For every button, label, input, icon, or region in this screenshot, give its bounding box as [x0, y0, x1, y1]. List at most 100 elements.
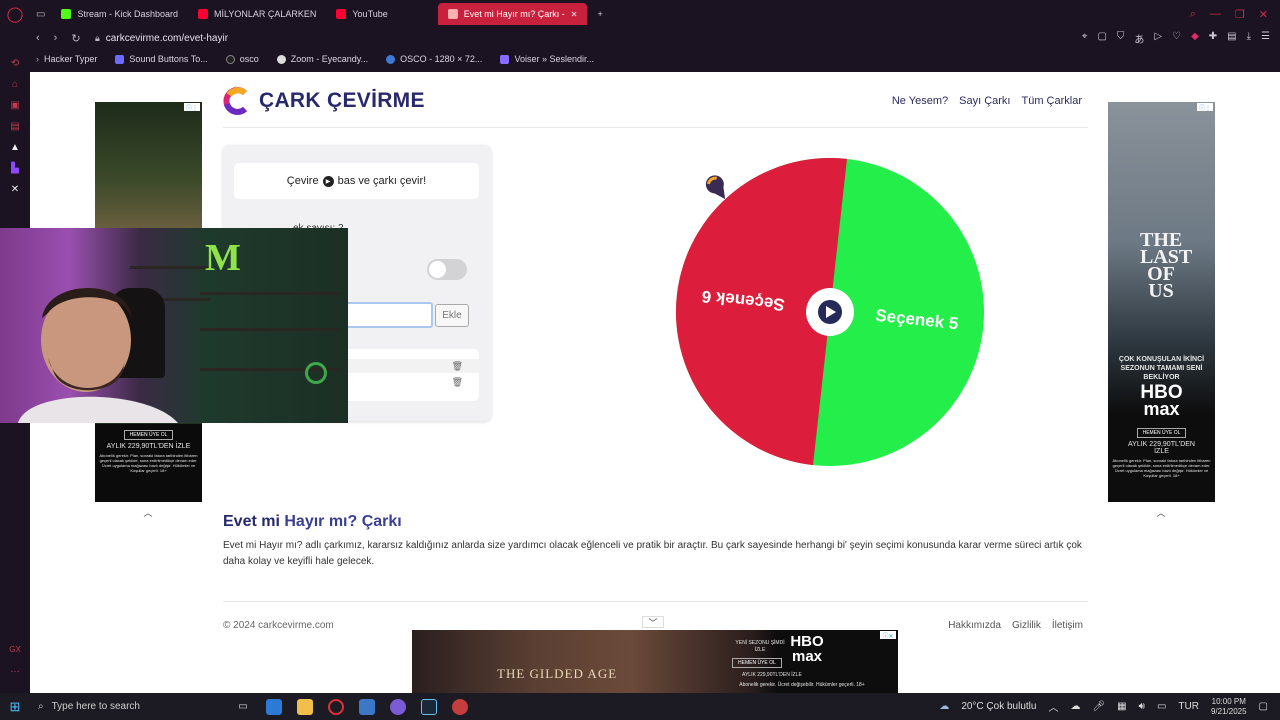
- opera-app-icon[interactable]: [328, 698, 344, 715]
- ad-right[interactable]: ⓘ⋮ THE LAST OF US ÇOK KONUŞULAN İKİNCİ S…: [1108, 102, 1215, 502]
- messenger-icon[interactable]: ▣: [10, 100, 19, 111]
- add-option-button[interactable]: Ekle: [435, 304, 469, 327]
- download-icon[interactable]: ⤓: [1247, 31, 1251, 46]
- sidebar-icon[interactable]: ☰: [1261, 31, 1270, 46]
- url-field[interactable]: carkcevirme.com/evet-hayir: [106, 33, 228, 44]
- footer-link-privacy[interactable]: Gizlilik: [1012, 620, 1041, 631]
- ad-right-collapse-icon[interactable]: ︿: [1150, 506, 1172, 518]
- bookmark-item[interactable]: Zoom - Eyecandy...: [276, 54, 368, 64]
- footer-link-contact[interactable]: İletişim: [1052, 620, 1083, 631]
- wallet-icon[interactable]: ▤: [1227, 31, 1236, 46]
- bars-icon: [500, 54, 510, 64]
- ad-cta-button[interactable]: HEMEN ÜYE OL: [123, 430, 174, 440]
- cable-tube: [305, 362, 327, 384]
- footer-link-about[interactable]: Hakkımızda: [948, 620, 1001, 631]
- bookmark-item[interactable]: Sound Buttons To...: [115, 54, 208, 64]
- spin-button[interactable]: [806, 288, 854, 336]
- volume-icon[interactable]: 🔊︎: [1139, 701, 1145, 712]
- trash-icon[interactable]: 🗑︎: [452, 377, 463, 388]
- toggle-knob: [429, 261, 446, 278]
- new-tab-button[interactable]: +: [587, 3, 612, 25]
- minimize-icon[interactable]: —: [1210, 8, 1221, 21]
- taskbar-apps: ▭: [235, 698, 468, 715]
- history-icon[interactable]: ⟲: [11, 58, 19, 69]
- tab-kick[interactable]: Stream - Kick Dashboard: [51, 3, 188, 25]
- bag-icon[interactable]: ⌂: [12, 79, 18, 90]
- mic-icon[interactable]: 🎤︎: [1092, 701, 1105, 712]
- search-icon[interactable]: ⌕: [1190, 8, 1196, 21]
- snapshot-icon[interactable]: ▢: [1097, 31, 1106, 46]
- bookmark-item[interactable]: OSCO - 1280 × 72...: [386, 54, 482, 64]
- youtube-icon: [336, 9, 347, 19]
- restore-icon[interactable]: ❐: [1235, 8, 1245, 21]
- more-icon[interactable]: …: [10, 664, 20, 675]
- forward-icon[interactable]: ›: [54, 32, 58, 45]
- webcam-overlay: M: [0, 228, 348, 423]
- extension-icon[interactable]: ◆: [1191, 31, 1199, 46]
- trash-icon[interactable]: 🗑︎: [452, 361, 463, 372]
- site-logo[interactable]: ÇARK ÇEVİRME: [223, 86, 425, 116]
- bookmark-item[interactable]: Voiser » Seslendir...: [500, 54, 594, 64]
- play-icon[interactable]: ▷: [1154, 31, 1162, 46]
- steam-app-icon[interactable]: [421, 698, 437, 715]
- shelf: [200, 292, 340, 295]
- shelf: [200, 328, 340, 331]
- task-view-icon[interactable]: ▭: [235, 699, 251, 715]
- address-bar: ‹ › ↻ 🔒︎ carkcevirme.com/evet-hayir ⌖ ▢ …: [0, 28, 1280, 48]
- folder-icon[interactable]: [297, 698, 313, 715]
- bookmark-item[interactable]: osco: [225, 54, 259, 64]
- reload-icon[interactable]: ↻: [71, 32, 80, 45]
- nav-tum-carklar[interactable]: Tüm Çarklar: [1021, 95, 1082, 107]
- weather-icon[interactable]: ☁: [939, 701, 949, 712]
- tab-active-cark[interactable]: Evet mi Hayır mı? Çarkı - ✕: [437, 3, 588, 25]
- app-icon[interactable]: [359, 698, 375, 715]
- cloud-icon[interactable]: ☁: [1070, 701, 1080, 712]
- spin-wheel[interactable]: Seçenek 5 Seçenek 6: [670, 152, 990, 472]
- news-icon[interactable]: ▤: [10, 121, 19, 132]
- shield-icon[interactable]: ⛉: [1117, 31, 1125, 46]
- clock[interactable]: 10:00 PM 9/21/2025: [1211, 697, 1247, 717]
- chrome-app-icon[interactable]: [452, 698, 468, 715]
- ad-bottom-collapse-icon[interactable]: ﹀: [642, 616, 664, 628]
- app-icon[interactable]: ▲: [10, 142, 20, 153]
- ad-cta-button[interactable]: HEMEN ÜYE OL: [1136, 428, 1187, 438]
- notification-icon[interactable]: ▢: [1259, 701, 1268, 712]
- translate-icon[interactable]: あ: [1134, 31, 1144, 46]
- kick-icon: [61, 9, 72, 19]
- obs-app-icon[interactable]: [390, 698, 406, 715]
- taskbar-search[interactable]: ⌕ Type here to search: [30, 697, 220, 717]
- ad-cta-button[interactable]: HEMEN ÜYE OL: [732, 658, 782, 668]
- network-icon[interactable]: ▦: [1117, 701, 1126, 712]
- pin-icon[interactable]: ⌖: [1082, 31, 1088, 46]
- x-icon[interactable]: ✕: [11, 184, 19, 195]
- heart-icon[interactable]: ♡: [1172, 31, 1181, 46]
- opera-logo-icon[interactable]: ◯: [0, 0, 30, 28]
- bookmark-item[interactable]: › Hacker Typer: [36, 54, 97, 64]
- close-window-icon[interactable]: ✕: [1259, 8, 1268, 21]
- gx-icon[interactable]: GX: [9, 645, 21, 654]
- ad-bottom[interactable]: THE GILDED AGE ⓘ✕ YENİ SEZONU ŞİMDİ İZLE…: [412, 630, 898, 693]
- puzzle-icon[interactable]: ✚: [1209, 31, 1217, 46]
- ad-info-icon[interactable]: ⓘ✕: [880, 631, 896, 640]
- ad-info-icon[interactable]: ⓘ⋮: [184, 103, 200, 112]
- explorer-app-icon[interactable]: [266, 698, 282, 715]
- search-icon: ⌕: [38, 701, 44, 712]
- twitch-icon[interactable]: ▙: [11, 163, 19, 174]
- taskbar: ⊞ ⌕ Type here to search ▭ ☁ 20°C Çok bul…: [0, 693, 1280, 720]
- globe-icon: [276, 54, 286, 64]
- close-icon[interactable]: ✕: [571, 10, 578, 19]
- chevron-up-icon[interactable]: ︿: [1048, 699, 1058, 714]
- windows-start-icon[interactable]: ⊞: [0, 699, 30, 715]
- settings-toggle[interactable]: [427, 259, 467, 280]
- tab-settings-icon[interactable]: ▭: [30, 3, 51, 25]
- system-tray: ☁ 20°C Çok bulutlu ︿ ☁ 🎤︎ ▦ 🔊︎ ▭ TUR 10:…: [939, 696, 1268, 717]
- nav-ne-yesem[interactable]: Ne Yesem?: [892, 95, 948, 107]
- back-icon[interactable]: ‹: [36, 32, 40, 45]
- battery-icon[interactable]: ▭: [1157, 701, 1166, 712]
- nav-sayi-carki[interactable]: Sayı Çarkı: [959, 95, 1010, 107]
- tab-youtube-video[interactable]: MİLYONLAR ÇALARKEN: [188, 3, 326, 25]
- monster-logo-icon: M: [205, 237, 241, 279]
- ad-left-collapse-icon[interactable]: ︿: [137, 506, 159, 518]
- ad-info-icon[interactable]: ⓘ⋮: [1197, 103, 1213, 112]
- tab-youtube[interactable]: YouTube: [326, 3, 397, 25]
